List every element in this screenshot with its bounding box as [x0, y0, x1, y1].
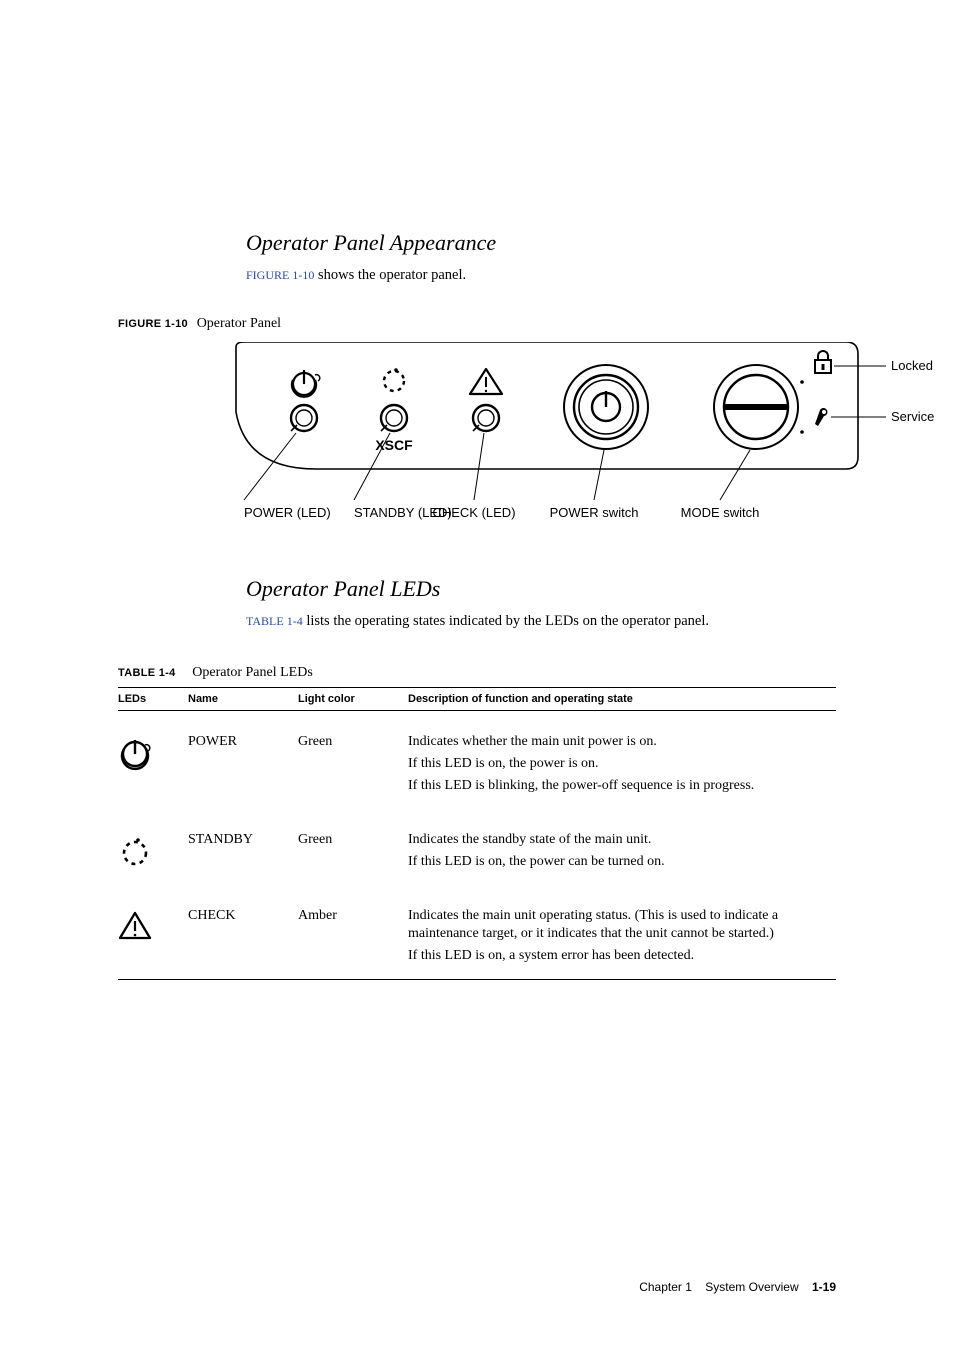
section-leds: Operator Panel LEDs TABLE 1-4 lists the … [246, 576, 836, 632]
figure-ref-link[interactable]: FIGURE 1-10 [246, 268, 314, 282]
standby-icon [118, 809, 188, 885]
heading-leds: Operator Panel LEDs [246, 576, 836, 602]
heading-appearance: Operator Panel Appearance [246, 230, 836, 256]
table-ref-link[interactable]: TABLE 1-4 [246, 614, 303, 628]
page-footer: Chapter 1 System Overview 1-19 [639, 1280, 836, 1294]
svg-text:CHECK (LED): CHECK (LED) [432, 505, 515, 520]
page: Operator Panel Appearance FIGURE 1-10 sh… [0, 0, 954, 1350]
cell-name: POWER [188, 711, 298, 809]
footer-section: System Overview [705, 1280, 798, 1294]
cell-desc: Indicates the standby state of the main … [408, 809, 836, 885]
footer-chapter: Chapter 1 [639, 1280, 692, 1294]
cell-desc: Indicates the main unit operating status… [408, 885, 836, 980]
svg-text:Service: Service [891, 409, 934, 424]
table-label: TABLE 1-4 [118, 667, 176, 679]
footer-page: 1-19 [812, 1280, 836, 1294]
figure-label: FIGURE 1-10 [118, 318, 188, 330]
table-caption: TABLE 1-4 Operator Panel LEDs [118, 665, 836, 681]
svg-text:POWER switch: POWER switch [550, 505, 639, 520]
th-desc: Description of function and operating st… [408, 688, 836, 711]
figure-caption: FIGURE 1-10 Operator Panel [118, 316, 836, 332]
table-row: POWER Green Indicates whether the main u… [118, 711, 836, 809]
para-figure-ref: FIGURE 1-10 shows the operator panel. [246, 266, 836, 286]
cell-name: STANDBY [188, 809, 298, 885]
power-icon [118, 711, 188, 809]
para-figure-ref-text: shows the operator panel. [314, 267, 466, 283]
table-row: CHECK Amber Indicates the main unit oper… [118, 885, 836, 980]
figure-title: Operator Panel [197, 316, 281, 331]
svg-text:POWER (LED): POWER (LED) [244, 505, 331, 520]
para-table-ref-text: lists the operating states indicated by … [303, 613, 709, 629]
table-title: Operator Panel LEDs [192, 665, 313, 680]
cell-color: Amber [298, 885, 408, 980]
svg-text:MODE switch: MODE switch [681, 505, 760, 520]
cell-desc: Indicates whether the main unit power is… [408, 711, 836, 809]
figure-operator-panel: XSCF [226, 342, 836, 532]
cell-name: CHECK [188, 885, 298, 980]
section-appearance: Operator Panel Appearance FIGURE 1-10 sh… [246, 230, 836, 286]
th-color: Light color [298, 688, 408, 711]
led-table: LEDs Name Light color Description of fun… [118, 687, 836, 980]
check-icon [118, 885, 188, 980]
table-header-row: LEDs Name Light color Description of fun… [118, 688, 836, 711]
th-leds: LEDs [118, 688, 188, 711]
operator-panel-svg: XSCF [226, 342, 954, 532]
table-row: STANDBY Green Indicates the standby stat… [118, 809, 836, 885]
cell-color: Green [298, 809, 408, 885]
th-name: Name [188, 688, 298, 711]
svg-text:Locked: Locked [891, 358, 933, 373]
para-table-ref: TABLE 1-4 lists the operating states ind… [246, 612, 836, 632]
cell-color: Green [298, 711, 408, 809]
